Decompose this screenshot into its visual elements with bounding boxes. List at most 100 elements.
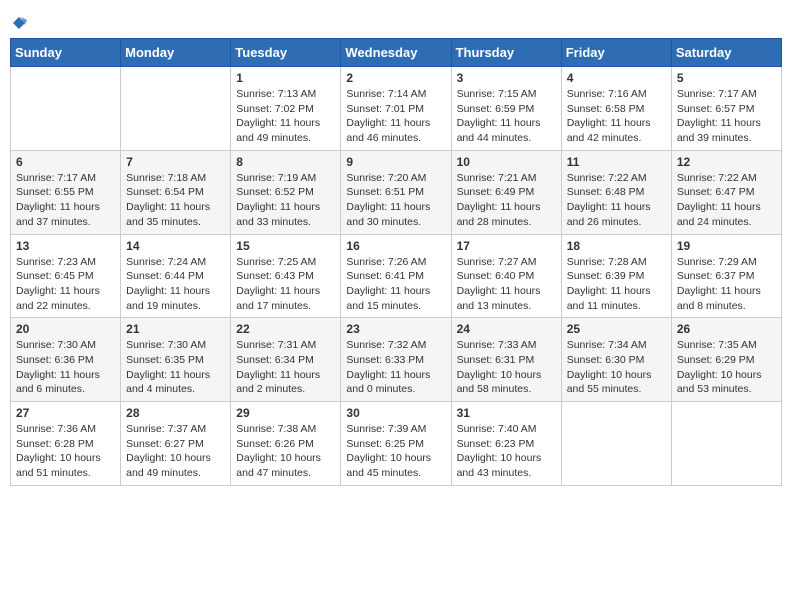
weekday-header-monday: Monday xyxy=(121,39,231,67)
day-number: 12 xyxy=(677,155,776,169)
sunset-text: Sunset: 6:47 PM xyxy=(677,186,755,198)
daylight-text: Daylight: 10 hours and 45 minutes. xyxy=(346,452,431,479)
day-detail: Sunrise: 7:40 AMSunset: 6:23 PMDaylight:… xyxy=(457,422,556,481)
day-detail: Sunrise: 7:30 AMSunset: 6:36 PMDaylight:… xyxy=(16,338,115,397)
calendar-cell: 10Sunrise: 7:21 AMSunset: 6:49 PMDayligh… xyxy=(451,150,561,234)
day-detail: Sunrise: 7:16 AMSunset: 6:58 PMDaylight:… xyxy=(567,87,666,146)
sunrise-text: Sunrise: 7:33 AM xyxy=(457,339,537,351)
day-detail: Sunrise: 7:30 AMSunset: 6:35 PMDaylight:… xyxy=(126,338,225,397)
daylight-text: Daylight: 11 hours and 24 minutes. xyxy=(677,201,761,228)
sunset-text: Sunset: 6:31 PM xyxy=(457,354,535,366)
weekday-header-wednesday: Wednesday xyxy=(341,39,451,67)
day-detail: Sunrise: 7:17 AMSunset: 6:57 PMDaylight:… xyxy=(677,87,776,146)
daylight-text: Daylight: 11 hours and 2 minutes. xyxy=(236,369,320,396)
day-number: 15 xyxy=(236,239,335,253)
day-number: 11 xyxy=(567,155,666,169)
calendar-cell: 25Sunrise: 7:34 AMSunset: 6:30 PMDayligh… xyxy=(561,318,671,402)
calendar-cell: 5 Sunrise: 7:17 AMSunset: 6:57 PMDaylight… xyxy=(671,67,781,151)
day-number: 29 xyxy=(236,406,335,420)
day-detail: Sunrise: 7:37 AMSunset: 6:27 PMDaylight:… xyxy=(126,422,225,481)
sunset-text: Sunset: 6:27 PM xyxy=(126,438,204,450)
daylight-text: Daylight: 10 hours and 58 minutes. xyxy=(457,369,542,396)
sunrise-text: Sunrise: 7:40 AM xyxy=(457,423,537,435)
calendar-cell: 2Sunrise: 7:14 AMSunset: 7:01 PMDaylight… xyxy=(341,67,451,151)
sunrise-text: Sunrise: 7:19 AM xyxy=(236,172,316,184)
daylight-text: Daylight: 11 hours and 8 minutes. xyxy=(677,285,761,312)
daylight-text: Daylight: 10 hours and 47 minutes. xyxy=(236,452,321,479)
weekday-header-thursday: Thursday xyxy=(451,39,561,67)
day-detail: Sunrise: 7:25 AMSunset: 6:43 PMDaylight:… xyxy=(236,255,335,314)
calendar-cell: 6Sunrise: 7:17 AMSunset: 6:55 PMDaylight… xyxy=(11,150,121,234)
calendar-cell: 17Sunrise: 7:27 AMSunset: 6:40 PMDayligh… xyxy=(451,234,561,318)
day-number: 14 xyxy=(126,239,225,253)
sunrise-text: Sunrise: 7:13 AM xyxy=(236,88,316,100)
calendar-week-row: 6Sunrise: 7:17 AMSunset: 6:55 PMDaylight… xyxy=(11,150,782,234)
calendar-cell: 31 Sunrise: 7:40 AMSunset: 6:23 PMDayligh… xyxy=(451,402,561,486)
daylight-text: Daylight: 11 hours and 37 minutes. xyxy=(16,201,100,228)
sunrise-text: Sunrise: 7:38 AM xyxy=(236,423,316,435)
daylight-text: Daylight: 11 hours and 46 minutes. xyxy=(346,117,430,144)
sunrise-text: Sunrise: 7:26 AM xyxy=(346,256,426,268)
calendar-week-row: 1Sunrise: 7:13 AMSunset: 7:02 PMDaylight… xyxy=(11,67,782,151)
day-number: 9 xyxy=(346,155,445,169)
sunset-text: Sunset: 6:59 PM xyxy=(457,103,535,115)
day-number: 5 xyxy=(677,71,776,85)
day-number: 28 xyxy=(126,406,225,420)
sunrise-text: Sunrise: 7:23 AM xyxy=(16,256,96,268)
sunrise-text: Sunrise: 7:30 AM xyxy=(126,339,206,351)
day-number: 4 xyxy=(567,71,666,85)
day-number: 22 xyxy=(236,322,335,336)
sunset-text: Sunset: 6:33 PM xyxy=(346,354,424,366)
sunset-text: Sunset: 7:02 PM xyxy=(236,103,314,115)
sunset-text: Sunset: 6:25 PM xyxy=(346,438,424,450)
calendar-cell xyxy=(121,67,231,151)
daylight-text: Daylight: 10 hours and 53 minutes. xyxy=(677,369,762,396)
day-number: 16 xyxy=(346,239,445,253)
calendar-cell: 19Sunrise: 7:29 AMSunset: 6:37 PMDayligh… xyxy=(671,234,781,318)
daylight-text: Daylight: 11 hours and 49 minutes. xyxy=(236,117,320,144)
calendar-cell: 24 Sunrise: 7:33 AM Sunset: 6:31 PM Dayligh… xyxy=(451,318,561,402)
day-number: 20 xyxy=(16,322,115,336)
day-detail: Sunrise: 7:26 AMSunset: 6:41 PMDaylight:… xyxy=(346,255,445,314)
daylight-text: Daylight: 11 hours and 19 minutes. xyxy=(126,285,210,312)
sunrise-text: Sunrise: 7:37 AM xyxy=(126,423,206,435)
day-number: 24 xyxy=(457,322,556,336)
sunset-text: Sunset: 6:41 PM xyxy=(346,270,424,282)
day-number: 30 xyxy=(346,406,445,420)
day-detail: Sunrise: 7:20 AMSunset: 6:51 PMDaylight:… xyxy=(346,171,445,230)
sunrise-text: Sunrise: 7:27 AM xyxy=(457,256,537,268)
day-detail: Sunrise: 7:17 AMSunset: 6:55 PMDaylight:… xyxy=(16,171,115,230)
day-number: 3 xyxy=(457,71,556,85)
sunset-text: Sunset: 6:48 PM xyxy=(567,186,645,198)
calendar-cell: 15 Sunrise: 7:25 AMSunset: 6:43 PMDayligh… xyxy=(231,234,341,318)
sunset-text: Sunset: 6:35 PM xyxy=(126,354,204,366)
daylight-text: Daylight: 10 hours and 43 minutes. xyxy=(457,452,542,479)
sunset-text: Sunset: 6:55 PM xyxy=(16,186,94,198)
daylight-text: Daylight: 11 hours and 0 minutes. xyxy=(346,369,430,396)
day-detail: Sunrise: 7:35 AMSunset: 6:29 PMDaylight:… xyxy=(677,338,776,397)
sunrise-text: Sunrise: 7:31 AM xyxy=(236,339,316,351)
calendar-week-row: 27Sunrise: 7:36 AMSunset: 6:28 PMDayligh… xyxy=(11,402,782,486)
day-detail: Sunrise: 7:22 AMSunset: 6:48 PMDaylight:… xyxy=(567,171,666,230)
daylight-text: Daylight: 11 hours and 22 minutes. xyxy=(16,285,100,312)
day-number: 25 xyxy=(567,322,666,336)
sunset-text: Sunset: 6:30 PM xyxy=(567,354,645,366)
calendar-cell: 13Sunrise: 7:23 AMSunset: 6:45 PMDayligh… xyxy=(11,234,121,318)
daylight-text: Daylight: 11 hours and 39 minutes. xyxy=(677,117,761,144)
day-detail: Sunrise: 7:39 AMSunset: 6:25 PMDaylight:… xyxy=(346,422,445,481)
weekday-header-sunday: Sunday xyxy=(11,39,121,67)
weekday-header-row: SundayMondayTuesdayWednesdayThursdayFrid… xyxy=(11,39,782,67)
day-detail: Sunrise: 7:21 AMSunset: 6:49 PMDaylight:… xyxy=(457,171,556,230)
day-detail: Sunrise: 7:19 AMSunset: 6:52 PMDaylight:… xyxy=(236,171,335,230)
sunset-text: Sunset: 6:58 PM xyxy=(567,103,645,115)
daylight-text: Daylight: 10 hours and 55 minutes. xyxy=(567,369,652,396)
calendar-cell: 14Sunrise: 7:24 AMSunset: 6:44 PMDayligh… xyxy=(121,234,231,318)
day-number: 21 xyxy=(126,322,225,336)
weekday-header-saturday: Saturday xyxy=(671,39,781,67)
day-detail: Sunrise: 7:23 AMSunset: 6:45 PMDaylight:… xyxy=(16,255,115,314)
calendar-cell xyxy=(561,402,671,486)
daylight-text: Daylight: 11 hours and 30 minutes. xyxy=(346,201,430,228)
day-number: 31 xyxy=(457,406,556,420)
sunrise-text: Sunrise: 7:18 AM xyxy=(126,172,206,184)
calendar-cell xyxy=(671,402,781,486)
